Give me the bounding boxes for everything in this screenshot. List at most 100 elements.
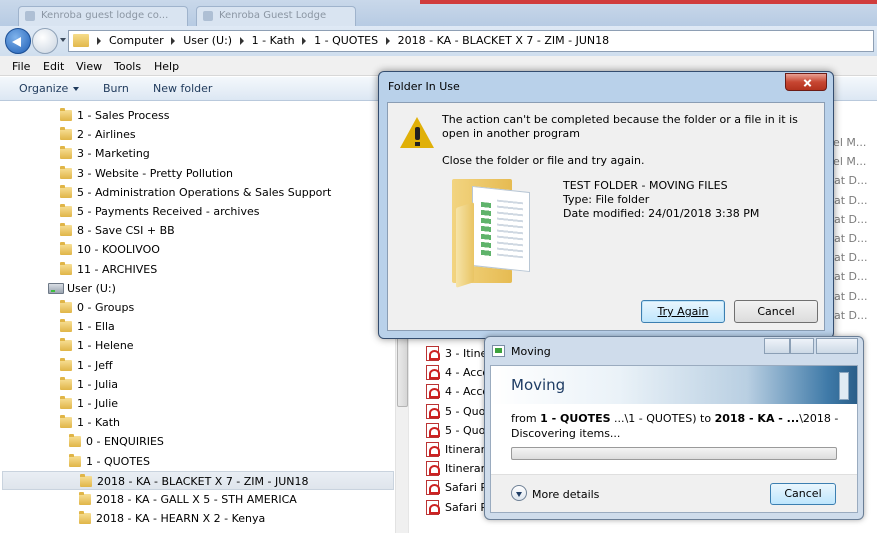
breadcrumb-separator-icon[interactable] [97, 37, 101, 45]
folder-icon [80, 473, 92, 487]
folder-icon [60, 127, 72, 141]
destination-folder-link[interactable]: 2018 - KA - ... [715, 412, 800, 425]
breadcrumb-computer[interactable]: Computer [109, 34, 164, 47]
new-folder-button[interactable]: New folder [153, 82, 212, 95]
tree-item[interactable]: 2018 - KA - HEARN X 2 - Kenya [2, 509, 394, 528]
tree-item-label: 2018 - KA - GALL X 5 - STH AMERICA [96, 493, 297, 506]
breadcrumb-user-drive[interactable]: User (U:) [183, 34, 232, 47]
file-name: 3 - Itine [445, 347, 488, 360]
moving-progress-dialog: Moving Moving from 1 - QUOTES ...\1 - QU… [484, 336, 864, 520]
tree-item[interactable]: 2 - Airlines [2, 125, 394, 144]
folder-icon [60, 376, 72, 390]
item-type: Type: File folder [563, 193, 650, 206]
file-name: 4 - Acco [445, 385, 490, 399]
navigation-bar: Computer User (U:) 1 - Kath 1 - QUOTES 2… [0, 26, 877, 56]
file-type-cell: cel M... [827, 155, 867, 169]
dialog-title: Folder In Use [388, 80, 460, 93]
tree-item[interactable]: 5 - Payments Received - archives [2, 202, 394, 221]
pdf-file-icon [426, 422, 440, 438]
tree-item[interactable]: 1 - Helene [2, 336, 394, 355]
breadcrumb-separator-icon[interactable] [302, 37, 307, 45]
pdf-file-icon [426, 365, 440, 381]
browser-tab-1[interactable]: Kenroba guest lodge co... [18, 6, 188, 26]
tree-item[interactable]: 1 - Jeff [2, 356, 394, 375]
pdf-file-icon [426, 346, 440, 361]
dialog-body: Moving from 1 - QUOTES ...\1 - QUOTES) t… [490, 365, 858, 513]
tree-item[interactable]: 10 - KOOLIVOO [2, 240, 394, 259]
tree-item[interactable]: 0 - Groups [2, 298, 394, 317]
address-bar[interactable]: Computer User (U:) 1 - Kath 1 - QUOTES 2… [68, 30, 874, 52]
title-strip: Kenroba guest lodge co... Kenroba Guest … [0, 0, 877, 26]
breadcrumb-separator-icon[interactable] [385, 37, 390, 45]
tree-item[interactable]: 3 - Marketing [2, 144, 394, 163]
more-details-toggle[interactable]: More details [532, 488, 599, 501]
tree-item-label: 5 - Payments Received - archives [77, 205, 260, 218]
tree-item[interactable]: User (U:) [2, 279, 394, 298]
folder-icon [60, 146, 72, 160]
instruction-text: Close the folder or file and try again. [442, 154, 645, 167]
tree-item[interactable]: 1 - Ella [2, 317, 394, 336]
tree-item-label: 5 - Administration Operations & Sales Su… [77, 185, 332, 199]
expand-chevron-icon[interactable] [511, 485, 527, 501]
pdf-file-icon [426, 499, 440, 515]
breadcrumb-separator-icon[interactable] [171, 37, 176, 45]
close-icon[interactable] [785, 73, 827, 91]
menu-view[interactable]: View [76, 60, 102, 73]
folder-icon [60, 165, 72, 179]
burn-button[interactable]: Burn [103, 82, 129, 95]
organize-button[interactable]: Organize [19, 82, 80, 95]
tree-item[interactable]: 1 - Julia [2, 375, 394, 394]
recent-pages-chevron-icon[interactable] [60, 38, 66, 42]
cancel-button[interactable]: Cancel [770, 483, 836, 505]
menu-tools[interactable]: Tools [114, 60, 141, 73]
tree-item[interactable]: 0 - ENQUIRIES [2, 432, 394, 451]
menu-help[interactable]: Help [154, 60, 179, 73]
folder-icon [60, 261, 72, 275]
minimize-icon[interactable] [764, 338, 790, 354]
tree-item[interactable]: 3 - Website - Pretty Pollution [2, 164, 394, 183]
breadcrumb-separator-icon[interactable] [239, 37, 244, 45]
tree-item[interactable]: 5 - Administration Operations & Sales Su… [2, 183, 394, 202]
menu-file[interactable]: File [12, 60, 30, 73]
move-icon [492, 345, 505, 357]
tree-item[interactable]: 1 - Sales Process [2, 106, 394, 125]
tree-item-label: 3 - Website - Pretty Pollution [77, 166, 234, 180]
item-modified: Date modified: 24/01/2018 3:38 PM [563, 207, 760, 220]
tree-item[interactable]: 2018 - KA - GALL X 5 - STH AMERICA [2, 490, 394, 509]
browser-tab-2[interactable]: Kenroba Guest Lodge [196, 6, 356, 26]
file-name: 5 - Quot [445, 423, 490, 437]
folder-icon [73, 34, 89, 47]
close-icon[interactable] [816, 338, 858, 354]
folder-icon [60, 108, 72, 121]
folder-icon [60, 319, 72, 333]
maximize-icon[interactable] [790, 338, 814, 354]
tree-item-label: 1 - Kath [77, 416, 121, 430]
menu-edit[interactable]: Edit [43, 60, 64, 73]
progress-bar [511, 447, 837, 460]
tree-item-label: 1 - Jeff [77, 358, 113, 372]
cancel-button[interactable]: Cancel [734, 300, 818, 323]
pdf-file-icon [426, 480, 440, 496]
breadcrumb: Computer User (U:) 1 - Kath 1 - QUOTES 2… [93, 34, 609, 47]
tree-item[interactable]: 1 - Julie [2, 394, 394, 413]
breadcrumb-kath[interactable]: 1 - Kath [252, 34, 295, 47]
file-type-cell: bat D... [827, 193, 868, 207]
file-type-cell: bat D... [827, 251, 868, 265]
folder-icon [60, 300, 72, 313]
dialog-footer: More details Cancel [491, 474, 857, 512]
tree-item[interactable]: 1 - Kath [2, 413, 394, 432]
back-arrow-icon[interactable] [5, 28, 31, 54]
tree-item[interactable]: 2018 - KA - BLACKET X 7 - ZIM - JUN18 [2, 470, 394, 490]
try-again-button[interactable]: Try Again [641, 300, 725, 323]
tree-item[interactable]: 11 - ARCHIVES [2, 260, 394, 279]
forward-arrow-icon[interactable] [32, 28, 58, 54]
folder-icon [79, 492, 91, 505]
dialog-title: Moving [511, 345, 551, 358]
tree-item[interactable]: 8 - Save CSI + BB [2, 221, 394, 240]
breadcrumb-current-folder[interactable]: 2018 - KA - BLACKET X 7 - ZIM - JUN18 [398, 34, 610, 47]
source-folder-link[interactable]: 1 - QUOTES [540, 412, 610, 425]
pdf-file-icon [426, 461, 440, 477]
tree-item-label: 2018 - KA - BLACKET X 7 - ZIM - JUN18 [97, 474, 309, 488]
breadcrumb-quotes[interactable]: 1 - QUOTES [314, 34, 378, 47]
tree-item[interactable]: 1 - QUOTES [2, 452, 394, 471]
